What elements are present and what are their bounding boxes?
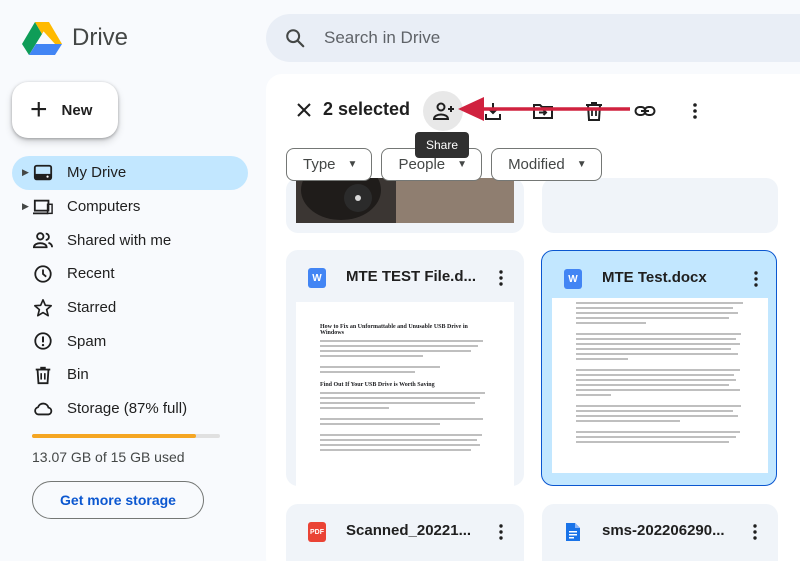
word-doc-icon: W [308,268,326,288]
dropdown-arrow-icon: ▼ [457,159,468,170]
new-button-label: New [61,101,93,119]
preview-subheading: Find Out If Your USB Drive is Worth Savi… [320,382,435,388]
word-doc-icon: W [564,269,582,289]
sidebar-item-computers[interactable]: ▶ Computers [12,190,248,224]
share-tooltip: Share [415,132,470,158]
new-button[interactable]: + New [12,82,118,138]
sidebar-item-label: My Drive [67,164,127,182]
sidebar-item-label: Spam [67,332,107,350]
google-doc-icon [564,522,582,542]
sidebar-item-label: Storage (87% full) [67,400,188,418]
file-card[interactable]: PDF Scanned_20221... [286,504,524,561]
preview-heading: How to Fix an Unformattable and Unusable… [320,324,468,336]
spam-icon [32,330,54,352]
selected-count: 2 selected [323,99,411,119]
document-preview [552,298,768,473]
my-drive-icon [32,162,54,184]
cloud-icon [32,398,54,420]
file-card-partial[interactable] [542,178,778,233]
sidebar-item-spam[interactable]: Spam [12,324,248,358]
clear-selection-icon[interactable] [294,100,314,120]
sidebar-item-label: Starred [67,299,117,317]
sidebar-item-shared-with-me[interactable]: Shared with me [12,223,248,257]
clock-icon [32,263,54,285]
more-actions-button[interactable] [675,91,715,131]
drive-logo-icon [22,22,62,55]
filter-label: People [398,156,446,173]
storage-usage-bar [32,434,220,438]
storage-usage-fill [32,434,196,438]
image-thumbnail [296,178,514,223]
app-name: Drive [72,24,129,51]
more-vert-icon[interactable] [747,269,765,289]
document-preview: How to Fix an Unformattable and Unusable… [296,302,514,486]
search-icon[interactable] [284,27,306,49]
more-vert-icon[interactable] [492,522,510,542]
sidebar-item-recent[interactable]: Recent [12,257,248,291]
sidebar-item-storage[interactable]: Storage (87% full) [12,392,248,426]
file-card-partial[interactable] [286,178,524,233]
trash-icon [32,364,54,386]
people-icon [32,229,54,251]
storage-usage-text: 13.07 GB of 15 GB used [32,449,185,465]
expand-caret-icon[interactable]: ▶ [22,167,29,178]
more-vert-icon[interactable] [492,268,510,288]
sidebar-item-label: Bin [67,366,89,384]
sidebar-item-label: Computers [67,198,141,216]
sidebar-item-bin[interactable]: Bin [12,358,248,392]
filter-modified[interactable]: Modified ▼ [491,148,602,181]
file-name: MTE TEST File.d... [346,268,477,285]
get-more-storage-button[interactable]: Get more storage [32,481,204,519]
drive-logo[interactable]: Drive [22,20,128,56]
sidebar-item-label: Shared with me [67,231,172,249]
search-bar[interactable] [266,14,800,62]
filter-label: Modified [508,156,565,173]
annotation-arrow [458,97,630,121]
add-person-icon [432,102,454,120]
share-button[interactable] [423,91,463,131]
filter-label: Type [303,156,336,173]
sidebar-item-my-drive[interactable]: ▶ My Drive [12,156,248,190]
file-card[interactable]: sms-202206290... [542,504,778,561]
file-card[interactable]: W MTE TEST File.d... How to Fix an Unfor… [286,250,524,486]
plus-icon: + [30,93,48,126]
sidebar-item-label: Recent [67,265,115,283]
sidebar-item-starred[interactable]: Starred [12,291,248,325]
star-icon [32,297,54,319]
pdf-icon: PDF [308,522,326,542]
file-name: MTE Test.docx [602,269,707,286]
file-card-selected[interactable]: W MTE Test.docx [541,250,777,486]
more-vert-icon [693,103,697,119]
filter-type[interactable]: Type ▼ [286,148,373,181]
sidebar-nav: ▶ My Drive ▶ Computers Shared with me Re… [12,156,248,426]
file-name: Scanned_20221... [346,522,472,539]
link-icon [634,106,656,116]
expand-caret-icon[interactable]: ▶ [22,201,29,212]
dropdown-arrow-icon: ▼ [347,159,358,170]
search-input[interactable] [324,28,724,48]
computer-icon [32,196,54,218]
more-vert-icon[interactable] [746,522,764,542]
file-name: sms-202206290... [602,522,725,539]
dropdown-arrow-icon: ▼ [576,159,587,170]
